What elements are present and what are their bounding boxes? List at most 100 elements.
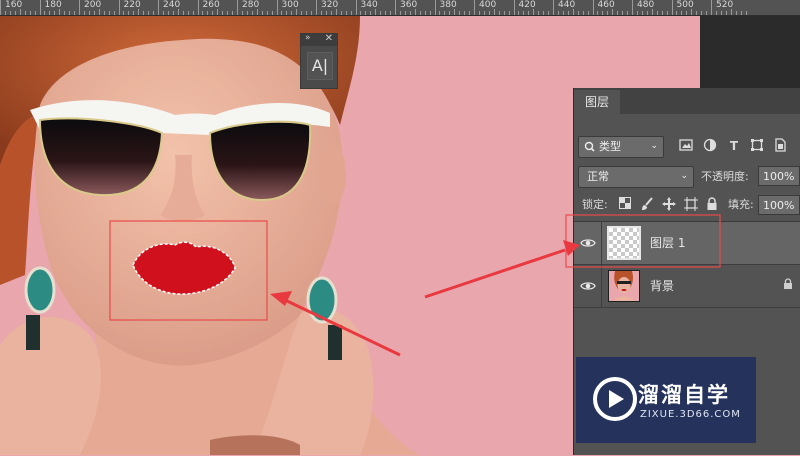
ruler-tick [172,11,174,15]
fill-field[interactable]: 100% [758,195,800,215]
eye-separator [601,222,602,264]
ruler-tick [404,11,406,15]
ruler-tick [158,0,159,15]
horizontal-ruler[interactable]: 160 180 200 220 240 260 280 300 320 340 360 380 400 4… [0,0,800,16]
ruler-tick [128,11,130,15]
ruler-tick [567,11,569,15]
ruler-tick [54,11,56,15]
ruler-tick [4,11,6,15]
eye-separator [601,265,602,307]
ruler-tick [162,11,164,15]
ruler-tick [488,11,490,15]
eye-icon[interactable] [580,235,596,251]
ruler-tick [691,9,693,15]
lock-position-icon[interactable] [661,197,677,213]
ruler-tick [350,11,352,15]
ruler-tick [316,0,317,15]
ruler-tick [113,11,115,15]
ruler-tick [301,11,303,15]
ruler-tick [597,11,599,15]
ruler-tick [557,11,559,15]
ruler-tick [399,11,401,15]
ruler-tick [612,9,614,15]
ruler-tick [459,11,461,15]
ruler-tick [735,11,737,15]
filter-type-icon[interactable]: T [726,138,742,154]
ruler-tick [98,9,100,15]
filter-smart-object-icon[interactable] [772,138,788,154]
ruler-tick [375,9,377,15]
ruler-tick [622,11,624,15]
ruler-tick [133,11,135,15]
ruler-tick [271,11,273,15]
ruler-tick [474,0,475,15]
ruler-tick [29,11,31,15]
tab-layers[interactable]: 图层 [574,90,620,114]
ruler-tick [651,9,653,15]
opacity-field[interactable]: 100% [758,166,800,186]
mini-panel-header[interactable]: » ✕ [301,33,337,46]
ruler-tick [671,0,673,15]
character-panel-button[interactable]: A| [307,52,333,80]
ruler-tick [720,11,722,15]
lock-artboard-icon[interactable] [683,197,699,213]
ruler-tick [449,11,451,15]
ruler-tick [88,11,90,15]
ruler-tick [498,11,500,15]
ruler-tick [177,9,179,15]
lock-transparent-icon[interactable] [617,197,633,213]
ruler-tick [202,11,204,15]
ruler-tick [434,0,436,15]
ruler-tick [385,11,387,15]
character-mini-panel[interactable]: » ✕ A| [300,33,338,89]
layer-row-layer1[interactable]: 图层 1 [574,222,800,265]
ruler-tick [701,11,703,15]
ruler-tick [414,9,416,15]
ruler-tick [251,11,253,15]
ruler-tick [217,9,219,15]
ruler-tick [197,0,199,15]
lock-all-icon[interactable] [704,197,720,213]
ruler-tick [582,11,584,15]
eye-icon[interactable] [580,278,596,294]
ruler-tick [395,0,396,15]
layer-name[interactable]: 图层 1 [650,222,685,264]
ruler-tick [493,9,495,15]
ruler-tick [424,11,426,15]
ruler-tick [715,11,717,15]
ruler-tick [241,11,243,15]
ruler-tick [636,11,638,15]
ruler-tick [370,11,372,15]
ruler-tick [118,0,120,15]
layer-row-background[interactable]: 背景 [574,265,800,308]
ruler-tick [656,11,658,15]
filter-pixel-icon[interactable] [678,138,694,154]
ruler-tick [523,11,525,15]
ruler-tick [325,11,327,15]
play-logo-icon [593,377,637,421]
ruler-tick [508,11,510,15]
ruler-tick [676,11,678,15]
ruler-tick [740,11,742,15]
collapse-icon[interactable]: » [305,33,311,43]
ruler-tick [602,11,604,15]
ruler-tick [444,11,446,15]
ruler-tick [227,11,229,15]
ruler-tick [553,0,554,15]
ruler-tick [39,0,41,15]
filter-kind-select[interactable]: 类型 ⌄ [578,136,664,158]
lock-image-brush-icon[interactable] [639,197,655,213]
ruler-tick [419,11,421,15]
close-icon[interactable]: ✕ [325,33,333,44]
blend-mode-value: 正常 [587,170,609,183]
ruler-tick [9,11,11,15]
ruler-tick [617,11,619,15]
ruler-tick [276,0,278,15]
filter-adjustment-icon[interactable] [702,138,718,154]
layer-name[interactable]: 背景 [650,265,674,307]
ruler-tick [34,11,36,15]
blend-mode-select[interactable]: 正常 ⌄ [578,166,694,188]
filter-shape-icon[interactable] [749,138,765,154]
ruler-tick [49,11,51,15]
ruler-tick [632,0,633,15]
